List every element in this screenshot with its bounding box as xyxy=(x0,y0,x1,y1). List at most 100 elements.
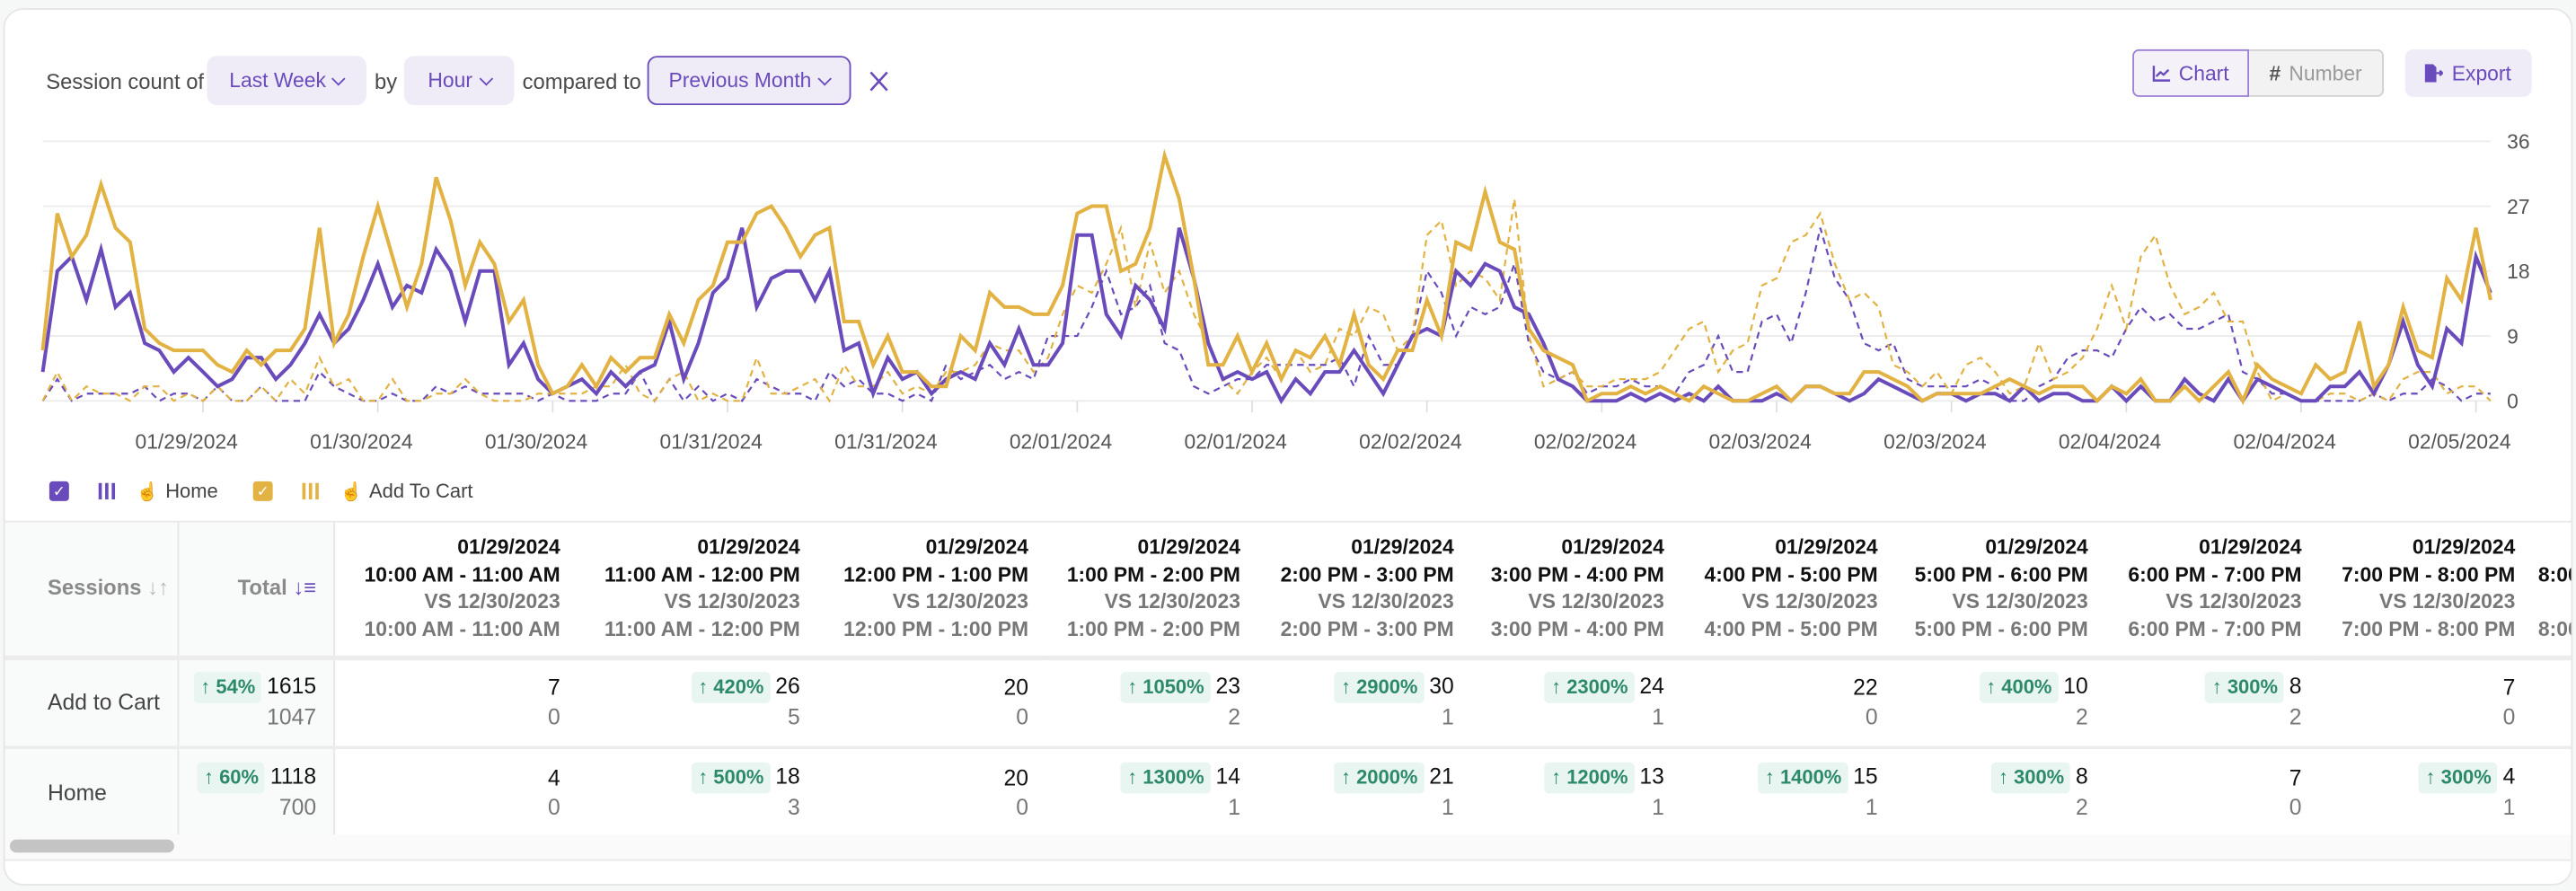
previous-value: 2 xyxy=(1228,705,1240,730)
x-tick-label: 01/30/2024 xyxy=(485,429,588,453)
sessions-column-header[interactable]: Sessions ↓↑ xyxy=(4,522,179,660)
previous-value: 1047 xyxy=(267,705,317,730)
column-compare-time-range: 6:00 PM - 7:00 PM xyxy=(2128,617,2302,640)
arrow-up-icon: ↑ xyxy=(203,765,220,789)
change-badge: ↑ 400% xyxy=(1979,672,2059,704)
arrow-up-icon: ↑ xyxy=(2211,675,2228,699)
column-compare-date: VS 12/30/2023 xyxy=(1528,590,1664,613)
current-value: 4 xyxy=(2502,763,2516,789)
column-compare-date: VS 12/30/2023 xyxy=(2166,590,2302,613)
series-line-home xyxy=(40,227,2492,405)
current-value: 22 xyxy=(1853,675,1878,700)
change-percent: 2900% xyxy=(1356,675,1418,699)
column-date: 01/29/2024 xyxy=(2199,535,2302,560)
column-compare-time-range: 1:00 PM - 2:00 PM xyxy=(1066,617,1240,640)
column-compare-time-range: 3:00 PM - 4:00 PM xyxy=(1490,617,1664,640)
current-value: 1118 xyxy=(269,763,317,789)
time-column-header[interactable]: 01/29/2024 6:00 PM - 7:00 PM VS 12/30/2023… xyxy=(2104,522,2318,660)
arrow-up-icon: ↑ xyxy=(1127,675,1143,699)
change-percent: 420% xyxy=(713,675,764,699)
time-column-header[interactable]: 01/29/2024 7:00 PM - 8:00 PM VS 12/30/2023… xyxy=(2317,522,2532,660)
column-compare-time-range: 11:00 AM - 12:00 PM xyxy=(604,617,800,640)
change-percent: 60% xyxy=(219,765,260,789)
column-compare-date: VS 12/30/2023 xyxy=(424,590,560,613)
legend-item-home[interactable]: ✓ ☝ Home xyxy=(49,480,218,503)
value-cell: 40 xyxy=(333,747,578,837)
previous-value: 1 xyxy=(1652,705,1664,730)
legend-checkbox-add-to-cart[interactable]: ✓ xyxy=(252,481,273,501)
value-cell: ↑ 1300% 14 1 xyxy=(1045,747,1257,837)
x-tick-label: 02/01/2024 xyxy=(1010,429,1113,453)
arrow-up-icon: ↑ xyxy=(1551,675,1567,699)
time-column-header[interactable]: 01/29/2024 11:00 AM - 12:00 PM VS 12/30/20… xyxy=(577,522,817,660)
change-percent: 2000% xyxy=(1356,765,1418,789)
column-compare-time-range: 7:00 PM - 8:00 PM xyxy=(2342,617,2516,640)
current-value: 23 xyxy=(1215,674,1240,699)
legend-checkbox-home[interactable]: ✓ xyxy=(49,481,69,501)
change-badge: ↑ 300% xyxy=(1991,762,2071,794)
time-column-header[interactable]: 01/29/2024 2:00 PM - 3:00 PM VS 12/30/2023… xyxy=(1257,522,1471,660)
column-time-range: 11:00 AM - 12:00 PM xyxy=(604,562,800,587)
time-column-header[interactable]: 01/29/2024 3:00 PM - 4:00 PM VS 12/30/2023… xyxy=(1470,522,1681,660)
previous-value: 2 xyxy=(2289,705,2302,730)
value-cell: ↑ 300% 8 2 xyxy=(2104,657,2318,750)
scrollbar-thumb[interactable] xyxy=(9,839,174,853)
x-tick-label: 02/03/2024 xyxy=(1708,429,1812,453)
current-value: 18 xyxy=(775,763,800,789)
time-column-header[interactable]: 01/29/2024 1:00 PM - 2:00 PM VS 12/30/2023… xyxy=(1045,522,1257,660)
current-value: 8 xyxy=(2076,763,2088,789)
series-bars-icon xyxy=(302,482,319,500)
previous-value: 2 xyxy=(2076,795,2088,820)
total-column-header[interactable]: Total ↓≡ xyxy=(177,522,335,660)
current-value: 20 xyxy=(1003,764,1029,790)
previous-value: 0 xyxy=(2289,794,2302,819)
value-cell: 20 0 xyxy=(816,747,1045,837)
total-header-label: Total xyxy=(237,575,287,600)
time-column-header[interactable]: 01/29/2024 5:00 PM - 6:00 PM VS 12/30/2023… xyxy=(1893,522,2105,660)
arrow-up-icon: ↑ xyxy=(1986,675,2002,699)
current-value: 30 xyxy=(1429,674,1454,699)
change-badge: ↑ 2000% xyxy=(1334,762,1425,794)
value-cell: 70 xyxy=(2104,747,2318,837)
column-time-range: 3:00 PM - 4:00 PM xyxy=(1490,562,1664,587)
horizontal-scrollbar[interactable] xyxy=(4,834,2572,861)
current-value: 7 xyxy=(547,675,560,700)
change-badge: ↑ 54% xyxy=(193,672,262,704)
change-badge: ↑ 2300% xyxy=(1544,672,1635,704)
previous-value: 5 xyxy=(788,705,800,730)
change-badge: ↑ 2900% xyxy=(1334,672,1425,704)
column-time-range: 6:00 PM - 7:00 PM xyxy=(2128,562,2302,587)
time-column-header[interactable]: 01/29/2024 10:00 AM - 11:00 AM VS 12/30/20… xyxy=(333,522,578,660)
y-tick-label: 9 xyxy=(2507,324,2519,348)
time-column-header[interactable]: 8:00 PM - 9:00 PM 8:00 PM - 9:00 PM xyxy=(2531,522,2572,660)
value-cell: ↑ 2900% 30 1 xyxy=(1257,657,1471,750)
x-tick-label: 02/04/2024 xyxy=(2233,429,2336,453)
column-date: 01/29/2024 xyxy=(1561,535,1664,560)
change-percent: 500% xyxy=(713,765,764,789)
change-percent: 2300% xyxy=(1566,675,1628,699)
time-column-header[interactable]: 01/29/2024 12:00 PM - 1:00 PM VS 12/30/202… xyxy=(816,522,1045,660)
value-cell: ↑ 300% 4 1 xyxy=(2317,747,2532,837)
value-cell: 20 0 xyxy=(816,657,1045,750)
previous-value: 2 xyxy=(2076,705,2088,730)
column-date: 01/29/2024 xyxy=(1351,535,1454,560)
previous-value: 0 xyxy=(1016,794,1029,819)
x-tick-label: 02/02/2024 xyxy=(1534,429,1637,453)
value-cell: ↑ 1200% 13 1 xyxy=(1470,747,1681,837)
sort-icon[interactable]: ↓↑ xyxy=(141,575,169,599)
column-time-range: 2:00 PM - 3:00 PM xyxy=(1280,562,1454,587)
row-label: Home xyxy=(4,747,179,837)
arrow-up-icon: ↑ xyxy=(1998,765,2015,789)
sort-descending-icon[interactable]: ↓≡ xyxy=(287,575,316,599)
session-report-card: Session count of Last Week by Hour compa… xyxy=(3,8,2573,886)
time-column-header[interactable]: 01/29/2024 4:00 PM - 5:00 PM VS 12/30/2023… xyxy=(1681,522,1894,660)
column-date: 01/29/2024 xyxy=(457,535,560,560)
current-value: 15 xyxy=(1853,763,1878,789)
x-tick-label: 01/31/2024 xyxy=(834,429,938,453)
column-time-range: 5:00 PM - 6:00 PM xyxy=(1914,562,2088,587)
current-value: 21 xyxy=(1429,763,1454,789)
x-tick-label: 02/03/2024 xyxy=(1883,429,1987,453)
sessions-header-label: Sessions xyxy=(48,575,142,600)
legend-item-add-to-cart[interactable]: ✓ ☝ Add To Cart xyxy=(252,480,473,503)
change-percent: 1050% xyxy=(1142,675,1204,699)
